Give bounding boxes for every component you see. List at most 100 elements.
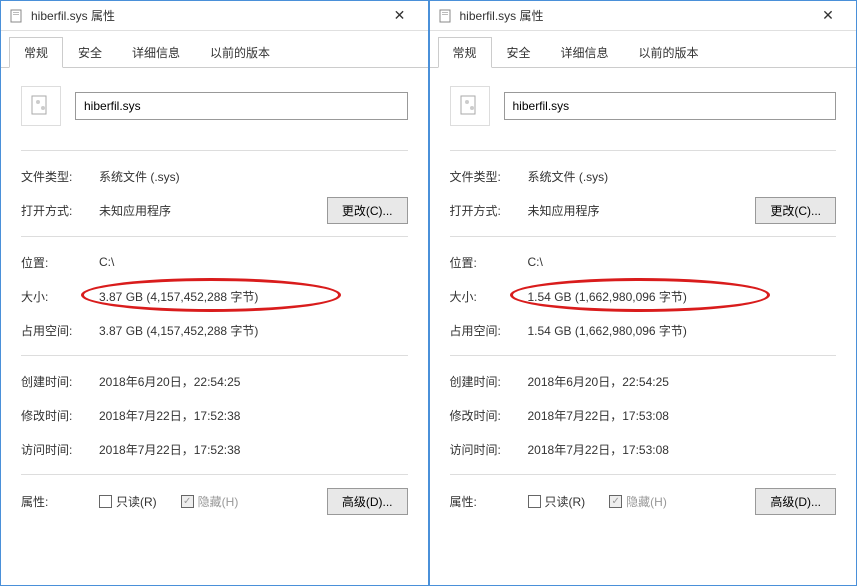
hidden-checkbox-group: ✓ 隐藏(H) — [181, 493, 239, 510]
row-accessed: 访问时间: 2018年7月22日，17:53:08 — [450, 434, 837, 464]
file-type-icon — [450, 86, 490, 126]
row-modified: 修改时间: 2018年7月22日，17:52:38 — [21, 400, 408, 430]
checkbox-icon: ✓ — [609, 495, 622, 508]
window-title: hiberfil.sys 属性 — [460, 7, 809, 24]
hidden-label: 隐藏(H) — [626, 493, 667, 510]
file-header-row — [450, 86, 837, 126]
readonly-checkbox-group[interactable]: 只读(R) — [528, 493, 586, 510]
value-diskspace: 3.87 GB (4,157,452,288 字节) — [99, 322, 408, 339]
label-accessed: 访问时间: — [21, 441, 99, 458]
divider — [450, 474, 837, 475]
tab-general[interactable]: 常规 — [438, 37, 492, 68]
content-area: 文件类型: 系统文件 (.sys) 打开方式: 未知应用程序 更改(C)... … — [430, 68, 857, 585]
value-accessed: 2018年7月22日，17:53:08 — [528, 441, 837, 458]
checkbox-icon — [528, 495, 541, 508]
label-attributes: 属性: — [450, 493, 528, 510]
value-modified: 2018年7月22日，17:52:38 — [99, 407, 408, 424]
divider — [450, 236, 837, 237]
advanced-button[interactable]: 高级(D)... — [327, 488, 408, 515]
readonly-label: 只读(R) — [116, 493, 157, 510]
label-location: 位置: — [21, 254, 99, 271]
value-diskspace: 1.54 GB (1,662,980,096 字节) — [528, 322, 837, 339]
tab-previous[interactable]: 以前的版本 — [624, 37, 714, 68]
hidden-checkbox-group: ✓ 隐藏(H) — [609, 493, 667, 510]
label-modified: 修改时间: — [450, 407, 528, 424]
value-size: 1.54 GB (1,662,980,096 字节) — [528, 288, 837, 305]
titlebar: hiberfil.sys 属性 ✕ — [430, 1, 857, 31]
divider — [21, 355, 408, 356]
tab-details[interactable]: 详细信息 — [117, 37, 195, 68]
value-filetype: 系统文件 (.sys) — [99, 168, 408, 185]
change-button[interactable]: 更改(C)... — [327, 197, 408, 224]
value-created: 2018年6月20日，22:54:25 — [99, 373, 408, 390]
label-created: 创建时间: — [450, 373, 528, 390]
label-accessed: 访问时间: — [450, 441, 528, 458]
divider — [450, 150, 837, 151]
value-size: 3.87 GB (4,157,452,288 字节) — [99, 288, 408, 305]
tab-general[interactable]: 常规 — [9, 37, 63, 68]
label-diskspace: 占用空间: — [21, 322, 99, 339]
label-attributes: 属性: — [21, 493, 99, 510]
row-modified: 修改时间: 2018年7月22日，17:53:08 — [450, 400, 837, 430]
file-type-icon — [21, 86, 61, 126]
label-location: 位置: — [450, 254, 528, 271]
row-attributes: 属性: 只读(R) ✓ 隐藏(H) 高级(D)... — [21, 485, 408, 517]
row-accessed: 访问时间: 2018年7月22日，17:52:38 — [21, 434, 408, 464]
checkbox-icon: ✓ — [181, 495, 194, 508]
value-modified: 2018年7月22日，17:53:08 — [528, 407, 837, 424]
titlebar: hiberfil.sys 属性 ✕ — [1, 1, 428, 31]
properties-dialog-left: hiberfil.sys 属性 ✕ 常规 安全 详细信息 以前的版本 文件类型:… — [0, 0, 429, 586]
tab-bar: 常规 安全 详细信息 以前的版本 — [1, 31, 428, 68]
label-filetype: 文件类型: — [21, 168, 99, 185]
advanced-button[interactable]: 高级(D)... — [755, 488, 836, 515]
tab-security[interactable]: 安全 — [492, 37, 546, 68]
checkbox-icon — [99, 495, 112, 508]
value-filetype: 系统文件 (.sys) — [528, 168, 837, 185]
tab-previous[interactable]: 以前的版本 — [195, 37, 285, 68]
readonly-checkbox-group[interactable]: 只读(R) — [99, 493, 157, 510]
tab-bar: 常规 安全 详细信息 以前的版本 — [430, 31, 857, 68]
row-size: 大小: 3.87 GB (4,157,452,288 字节) — [21, 281, 408, 311]
row-openwith: 打开方式: 未知应用程序 更改(C)... — [21, 195, 408, 226]
filename-input[interactable] — [75, 92, 408, 120]
file-icon — [438, 8, 454, 24]
size-text: 1.54 GB (1,662,980,096 字节) — [528, 290, 687, 304]
size-text: 3.87 GB (4,157,452,288 字节) — [99, 290, 258, 304]
row-openwith: 打开方式: 未知应用程序 更改(C)... — [450, 195, 837, 226]
row-attributes: 属性: 只读(R) ✓ 隐藏(H) 高级(D)... — [450, 485, 837, 517]
label-created: 创建时间: — [21, 373, 99, 390]
close-button[interactable]: ✕ — [808, 2, 848, 30]
row-location: 位置: C:\ — [21, 247, 408, 277]
window-title: hiberfil.sys 属性 — [31, 7, 380, 24]
row-diskspace: 占用空间: 1.54 GB (1,662,980,096 字节) — [450, 315, 837, 345]
change-button[interactable]: 更改(C)... — [755, 197, 836, 224]
row-created: 创建时间: 2018年6月20日，22:54:25 — [450, 366, 837, 396]
row-filetype: 文件类型: 系统文件 (.sys) — [450, 161, 837, 191]
label-size: 大小: — [450, 288, 528, 305]
close-button[interactable]: ✕ — [380, 2, 420, 30]
row-diskspace: 占用空间: 3.87 GB (4,157,452,288 字节) — [21, 315, 408, 345]
content-area: 文件类型: 系统文件 (.sys) 打开方式: 未知应用程序 更改(C)... … — [1, 68, 428, 585]
value-location: C:\ — [528, 255, 837, 269]
tab-details[interactable]: 详细信息 — [546, 37, 624, 68]
file-icon — [9, 8, 25, 24]
file-header-row — [21, 86, 408, 126]
label-modified: 修改时间: — [21, 407, 99, 424]
value-openwith: 未知应用程序 — [528, 202, 756, 219]
filename-input[interactable] — [504, 92, 837, 120]
label-size: 大小: — [21, 288, 99, 305]
label-openwith: 打开方式: — [21, 202, 99, 219]
readonly-label: 只读(R) — [545, 493, 586, 510]
row-filetype: 文件类型: 系统文件 (.sys) — [21, 161, 408, 191]
hidden-label: 隐藏(H) — [198, 493, 239, 510]
value-openwith: 未知应用程序 — [99, 202, 327, 219]
divider — [21, 474, 408, 475]
label-filetype: 文件类型: — [450, 168, 528, 185]
row-location: 位置: C:\ — [450, 247, 837, 277]
value-created: 2018年6月20日，22:54:25 — [528, 373, 837, 390]
divider — [21, 150, 408, 151]
divider — [450, 355, 837, 356]
tab-security[interactable]: 安全 — [63, 37, 117, 68]
value-accessed: 2018年7月22日，17:52:38 — [99, 441, 408, 458]
row-size: 大小: 1.54 GB (1,662,980,096 字节) — [450, 281, 837, 311]
